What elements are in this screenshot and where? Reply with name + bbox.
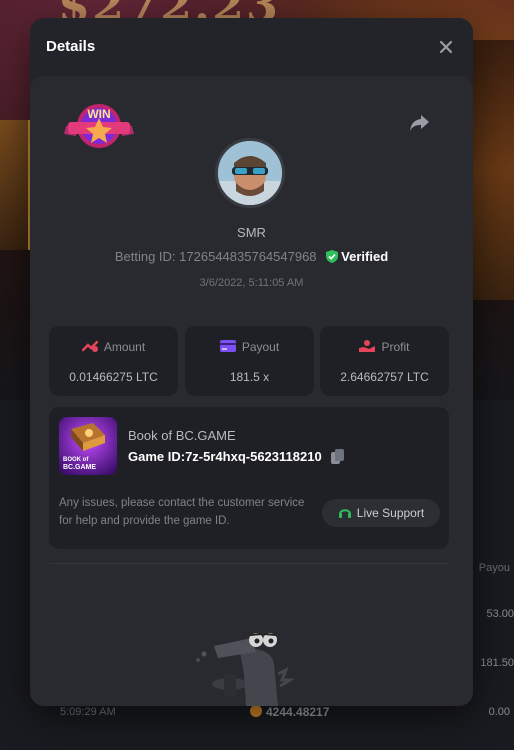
live-support-label: Live Support (356, 506, 425, 520)
divider (49, 563, 449, 564)
stat-amount-value: 0.01466275 LTC (69, 370, 158, 384)
stat-profit: Profit 2.64662757 LTC (320, 326, 449, 396)
game-thumbnail[interactable]: BOOK of BC.GAME (59, 417, 117, 475)
stat-payout-value: 181.5 x (229, 370, 270, 384)
background-cell: 181.50 (480, 657, 514, 669)
username: SMR (237, 225, 266, 240)
avatar (215, 138, 285, 208)
svg-text:WIN: WIN (87, 107, 110, 121)
avatar-photo (218, 141, 282, 205)
background-reel-left (0, 120, 30, 250)
live-support-button[interactable]: Live Support (322, 499, 440, 527)
verified-shield-icon (326, 250, 339, 263)
stat-profit-label: Profit (381, 340, 410, 354)
share-icon[interactable] (410, 114, 430, 132)
background-row-amount-value: 4244.48217 (266, 705, 330, 719)
stat-profit-header: Profit (320, 340, 449, 354)
book-game-image: BOOK of BC.GAME (59, 417, 117, 475)
game-info-box: BOOK of BC.GAME Book of BC.GAME Game ID:… (49, 407, 449, 549)
background-row-time: 5:09:29 AM (60, 706, 116, 718)
stat-payout-header: Payout (185, 340, 314, 354)
background-cell: 53.00 (486, 608, 514, 620)
bet-details-card: WIN SMR Betting ID: 1726544835764547968 (30, 76, 473, 706)
bet-timestamp: 3/6/2022, 5:11:05 AM (199, 277, 304, 289)
background-cell: 0.00 (488, 706, 510, 718)
background-column-header: Payou (478, 562, 510, 574)
close-icon (439, 40, 453, 54)
svg-text:BOOK of: BOOK of (63, 457, 89, 463)
copy-icon[interactable] (331, 449, 345, 464)
game-name[interactable]: Book of BC.GAME (128, 428, 236, 443)
game-id-value: 7z-5r4hxq-5623118210 (185, 449, 322, 464)
betting-id-line: Betting ID: 1726544835764547968 Verified (30, 249, 473, 264)
background-row-amount: 4244.48217 (250, 705, 329, 719)
headset-icon (338, 509, 351, 518)
game-id-line: Game ID:7z-5r4hxq-5623118210 (128, 449, 345, 464)
details-modal: Details WIN SMR Betting ID: 172654483576… (30, 18, 473, 706)
stat-profit-value: 2.64662757 LTC (340, 370, 429, 384)
modal-title: Details (46, 38, 96, 55)
close-button[interactable] (435, 36, 457, 58)
background-reel-right (472, 40, 514, 300)
betting-id-label: Betting ID: (114, 249, 176, 264)
stat-payout-label: Payout (241, 340, 280, 354)
svg-text:BC.GAME: BC.GAME (63, 464, 96, 471)
stat-amount-label: Amount (103, 340, 146, 354)
verified-badge: Verified (326, 249, 388, 264)
support-message: Any issues, please contact the customer … (59, 497, 305, 527)
win-badge-icon: WIN (64, 104, 134, 148)
stat-amount: Amount 0.01466275 LTC (49, 326, 178, 396)
coin-icon (250, 705, 262, 717)
betting-id: 1726544835764547968 (179, 249, 317, 264)
verified-label: Verified (341, 249, 389, 264)
stat-payout: Payout 181.5 x (185, 326, 314, 396)
game-id-label: Game ID: (128, 449, 186, 464)
stat-amount-header: Amount (49, 340, 178, 354)
crocodile-mascot-icon (196, 633, 294, 706)
amount-icon (81, 340, 98, 352)
payout-card-icon (219, 340, 236, 352)
profit-icon (359, 340, 376, 352)
